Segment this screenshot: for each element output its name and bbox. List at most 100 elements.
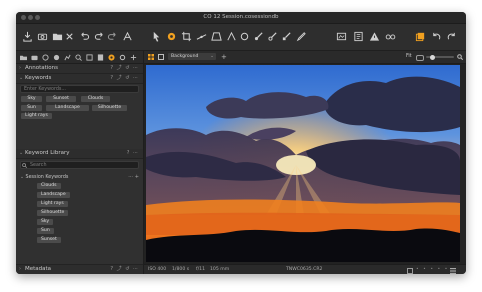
sunset-photo[interactable]: [146, 65, 460, 262]
tool-tabs: [16, 51, 143, 64]
keyword-tag[interactable]: Landscape: [46, 105, 89, 111]
compare-icon[interactable]: [336, 31, 347, 42]
keyword-tag[interactable]: Sunset: [46, 96, 76, 102]
aperture-value: f/11: [196, 267, 206, 272]
zoom-icon[interactable]: [457, 54, 463, 60]
tab-adjustments-icon[interactable]: [85, 53, 93, 61]
focal-length-value: 105 mm: [210, 267, 230, 272]
window-title: CO 12 Session.cosessiondb: [203, 14, 279, 20]
chevron-down-icon: ⌄: [210, 54, 214, 59]
panel-header-icons[interactable]: ? ⤴ ↺ ⋯: [110, 265, 139, 274]
group-title: Session Keywords: [25, 175, 69, 180]
keyword-tag[interactable]: Sun: [21, 105, 42, 111]
tab-exposure-icon[interactable]: [63, 53, 71, 61]
panel-header-icons[interactable]: ? ⤴ ↺ ⋯: [110, 64, 139, 73]
session-keywords-group[interactable]: ⌄ Session Keywords: [20, 174, 68, 181]
rotate-left-icon[interactable]: [431, 31, 442, 42]
warning-icon[interactable]: [369, 31, 380, 42]
keyword-tag[interactable]: Clouds: [81, 96, 110, 102]
panel-title: Keywords: [25, 75, 52, 81]
search-placeholder: Search: [30, 163, 47, 168]
redo-alt-icon[interactable]: [107, 31, 118, 42]
viewer-toolbar: Background ⌄ + Fit: [144, 51, 466, 64]
library-keyword[interactable]: Silhouette: [37, 210, 69, 216]
zoom-fit-label[interactable]: Fit: [406, 51, 412, 63]
single-view-icon[interactable]: [158, 54, 164, 60]
text-icon[interactable]: [122, 31, 133, 42]
spot-icon[interactable]: [226, 31, 237, 42]
loupe-icon[interactable]: [416, 55, 424, 61]
tab-library-icon[interactable]: [19, 53, 27, 61]
library-keyword[interactable]: Sunset: [37, 237, 61, 243]
rating-box-icon[interactable]: [407, 268, 413, 274]
glasses-icon[interactable]: [385, 31, 396, 42]
select-value: Background: [171, 54, 199, 59]
tab-details-icon[interactable]: [74, 53, 82, 61]
pan-icon[interactable]: [166, 31, 177, 42]
gradient-icon[interactable]: [281, 31, 292, 42]
keyword-library-panel-header[interactable]: ⌄ Keyword Library ? ⋯: [16, 149, 143, 159]
grid-view-icon[interactable]: [148, 54, 154, 60]
panel-title: Metadata: [25, 266, 52, 272]
brush-icon[interactable]: [253, 31, 264, 42]
grid-menu-icon[interactable]: [450, 267, 456, 274]
filename: TNWC0635.CR2: [286, 267, 323, 272]
chevron-right-icon: ›: [19, 266, 21, 272]
shutter-value: 1/800 s: [172, 267, 190, 272]
tool-sidebar: › Annotations ? ⤴ ↺ ⋯ ⌄ Keywords ? ⤴ ↺ ⋯…: [16, 51, 144, 274]
crop-icon[interactable]: [181, 31, 192, 42]
delete-icon[interactable]: [64, 31, 75, 42]
panel-title: Annotations: [25, 65, 59, 71]
keyword-tag[interactable]: Light rays: [21, 113, 52, 119]
library-keyword[interactable]: Landscape: [37, 192, 70, 198]
add-icon[interactable]: +: [221, 52, 227, 62]
tab-settings-icon[interactable]: [118, 53, 126, 61]
annotations-panel-header[interactable]: › Annotations ? ⤴ ↺ ⋯: [16, 64, 143, 74]
main-toolbar: [16, 24, 466, 51]
redo-icon[interactable]: [94, 31, 105, 42]
process-icon[interactable]: [415, 31, 426, 42]
straighten-icon[interactable]: [196, 31, 207, 42]
print-icon[interactable]: [353, 31, 364, 42]
folder-delete-icon[interactable]: [52, 31, 63, 42]
chevron-right-icon: ›: [19, 65, 21, 71]
title-bar: CO 12 Session.cosessiondb: [16, 12, 466, 24]
eraser-icon[interactable]: [267, 31, 278, 42]
keyword-tag[interactable]: Sky: [21, 96, 42, 102]
rotate-right-icon[interactable]: [446, 31, 457, 42]
tab-color-icon[interactable]: [52, 53, 60, 61]
keyword-tag[interactable]: Silhouette: [92, 105, 127, 111]
app-window: CO 12 Session.cosessiondb › Annotations …: [16, 12, 466, 274]
tab-output-icon[interactable]: [107, 53, 115, 61]
picker-icon[interactable]: [295, 31, 306, 42]
panel-header-icons[interactable]: ? ⋯: [127, 149, 139, 158]
import-icon[interactable]: [22, 31, 33, 42]
iso-value: ISO 400: [148, 267, 167, 272]
chevron-down-icon: ⌄: [19, 150, 24, 156]
keywords-panel-header[interactable]: ⌄ Keywords ? ⤴ ↺ ⋯: [16, 74, 143, 84]
keywords-input[interactable]: Enter Keywords...: [20, 85, 139, 93]
library-search-input[interactable]: Search: [20, 161, 139, 169]
tab-batch-icon[interactable]: [129, 53, 137, 61]
library-keyword[interactable]: Clouds: [37, 183, 61, 189]
library-keyword[interactable]: Sun: [37, 228, 54, 234]
keystone-icon[interactable]: [211, 31, 222, 42]
rating-dots[interactable]: • • • • •: [416, 265, 449, 274]
background-select[interactable]: Background ⌄: [168, 53, 216, 60]
library-keyword[interactable]: Sky: [37, 219, 54, 225]
undo-icon[interactable]: [79, 31, 90, 42]
tab-capture-icon[interactable]: [30, 53, 38, 61]
chevron-down-icon: ⌄: [19, 75, 24, 81]
zoom-slider-handle[interactable]: [430, 54, 435, 60]
image-viewer[interactable]: [144, 64, 466, 264]
tab-metadata-icon[interactable]: [96, 53, 104, 61]
metadata-panel-header[interactable]: › Metadata ? ⤴ ↺ ⋯: [16, 264, 143, 274]
status-bar: ISO 400 1/800 s f/11 105 mm TNWC0635.CR2…: [144, 264, 466, 274]
panel-header-icons[interactable]: ? ⤴ ↺ ⋯: [110, 74, 139, 83]
tab-lens-icon[interactable]: [41, 53, 49, 61]
library-keyword[interactable]: Light rays: [37, 201, 68, 207]
pointer-icon[interactable]: [151, 31, 162, 42]
circle-icon[interactable]: [239, 31, 250, 42]
camera-icon[interactable]: [37, 31, 48, 42]
group-actions[interactable]: ⋯ +: [128, 174, 139, 181]
